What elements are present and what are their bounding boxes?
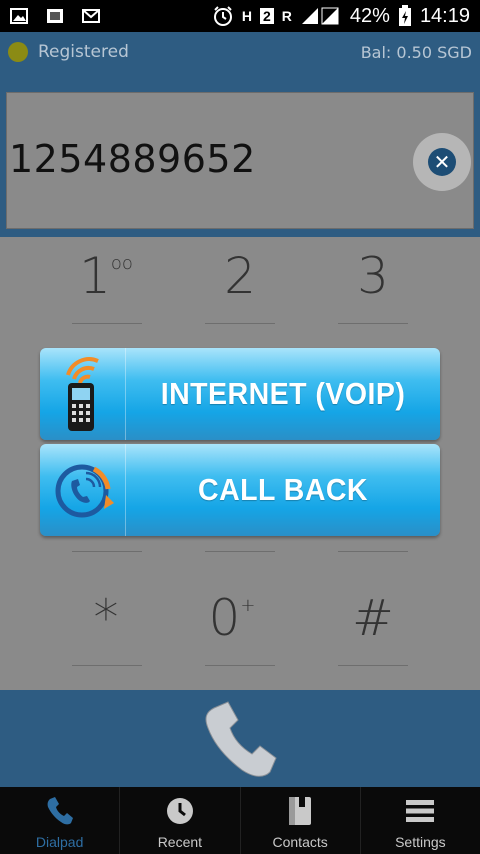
divider	[338, 323, 408, 324]
divider	[72, 551, 142, 552]
phone-icon	[205, 700, 277, 777]
close-icon: ✕	[428, 148, 456, 176]
phone-icon	[47, 797, 73, 825]
battery-icon	[398, 5, 411, 26]
key-1[interactable]: 1oo	[56, 247, 156, 305]
nav-recent[interactable]: Recent	[120, 787, 241, 854]
mail-icon	[82, 9, 100, 23]
sim-indicator: 2	[259, 8, 274, 24]
nav-dialpad[interactable]: Dialpad	[0, 787, 121, 854]
gallery-icon	[10, 8, 28, 24]
nav-label: Settings	[395, 834, 446, 850]
internet-voip-button[interactable]: INTERNET (VOIP)	[40, 348, 440, 440]
key-star[interactable]: *	[56, 589, 156, 647]
app-notification-icon	[47, 9, 63, 23]
alarm-icon	[213, 6, 232, 26]
balance-text: Bal: 0.50 SGD	[360, 42, 472, 62]
key-0[interactable]: 0+	[182, 589, 282, 647]
dialed-number: 1254889652	[9, 137, 256, 181]
callback-icon-cell	[40, 444, 126, 536]
divider	[205, 551, 275, 552]
call-bar	[0, 690, 480, 787]
divider	[205, 323, 275, 324]
nav-label: Recent	[157, 834, 203, 850]
nav-label: Dialpad	[35, 834, 84, 850]
nav-contacts[interactable]: Contacts	[241, 787, 361, 854]
clear-button[interactable]: ✕	[413, 133, 471, 191]
network-type: H	[241, 8, 252, 24]
divider	[72, 665, 142, 666]
nav-label: Contacts	[272, 834, 328, 850]
divider	[72, 323, 142, 324]
contacts-book-icon	[289, 797, 312, 825]
mobile-phone-icon	[65, 357, 99, 431]
divider	[205, 665, 275, 666]
call-button[interactable]	[200, 698, 280, 780]
registration-status: Registered	[38, 42, 129, 62]
callback-icon	[55, 464, 114, 518]
status-dot-icon	[8, 42, 28, 62]
bottom-nav: Dialpad Recent Contacts Settings	[0, 787, 480, 854]
number-field[interactable]: 1254889652 ✕	[6, 92, 474, 229]
registration-bar: Registered Bal: 0.50 SGD	[0, 32, 480, 72]
key-2[interactable]: 2	[190, 247, 290, 305]
call-back-button[interactable]: CALL BACK	[40, 444, 440, 536]
clock: 14:19	[419, 4, 470, 27]
internet-voip-label: INTERNET (VOIP)	[160, 376, 406, 411]
battery-percent: 42%	[349, 4, 390, 27]
menu-icon	[406, 800, 435, 822]
roaming-indicator: R	[281, 8, 292, 24]
divider	[338, 551, 408, 552]
call-back-label: CALL BACK	[198, 472, 368, 507]
clock-icon	[166, 798, 193, 824]
key-hash[interactable]: #	[323, 589, 423, 647]
nav-settings[interactable]: Settings	[361, 787, 480, 854]
status-bar: H 2 R 42% 14:19	[0, 0, 480, 32]
number-display-area: 1254889652 ✕	[0, 72, 480, 237]
voip-icon-cell	[40, 348, 126, 440]
key-3[interactable]: 3	[323, 247, 423, 305]
divider	[338, 665, 408, 666]
signal-icon	[301, 7, 339, 25]
plus-superscript: +	[240, 595, 256, 616]
voicemail-icon: oo	[110, 253, 133, 274]
